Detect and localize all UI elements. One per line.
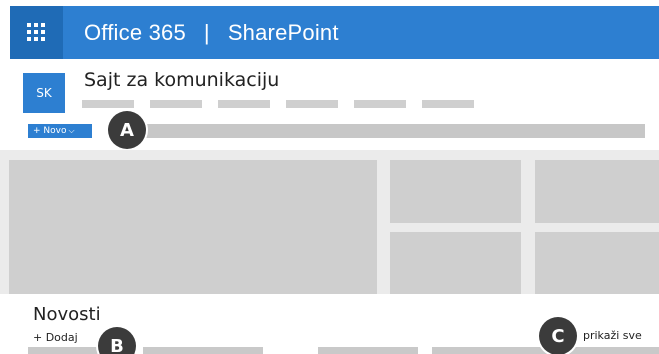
site-logo[interactable]: SK: [23, 73, 65, 113]
news-heading: Novosti: [33, 304, 101, 325]
hero-tile-main[interactable]: [9, 160, 377, 294]
nav-item[interactable]: [218, 100, 270, 108]
new-button[interactable]: + Novo ⌵: [28, 124, 92, 138]
callout-a: A: [108, 111, 146, 149]
hero-tile[interactable]: [390, 160, 521, 223]
hero-tile[interactable]: [535, 232, 659, 294]
new-button-label: + Novo: [33, 126, 67, 136]
hero-tile[interactable]: [390, 232, 521, 294]
chevron-down-icon: ⌵: [68, 126, 75, 135]
app-launcher-button[interactable]: [10, 6, 63, 59]
nav-item[interactable]: [354, 100, 406, 108]
suite-app-name[interactable]: Office 365: [84, 20, 186, 45]
nav-item[interactable]: [422, 100, 474, 108]
news-card[interactable]: [143, 347, 263, 354]
suite-bar: Office 365 | SharePoint: [10, 6, 659, 59]
suite-title: Office 365 | SharePoint: [84, 20, 339, 46]
nav-item[interactable]: [150, 100, 202, 108]
callout-c: C: [539, 317, 577, 354]
hero-section: [0, 150, 659, 294]
news-card[interactable]: [318, 347, 418, 354]
news-add-link[interactable]: + Dodaj: [33, 331, 78, 344]
hero-tile[interactable]: [535, 160, 659, 223]
app-launcher-icon: [27, 23, 45, 41]
nav-item[interactable]: [82, 100, 134, 108]
suite-separator: |: [203, 20, 210, 45]
command-bar: [130, 124, 645, 138]
site-title[interactable]: Sajt za komunikaciju: [84, 69, 279, 91]
sharepoint-page: Office 365 | SharePoint SK Sajt za komunik…: [0, 0, 659, 354]
news-see-all-link[interactable]: prikaži sve: [583, 329, 642, 342]
suite-product-name[interactable]: SharePoint: [228, 20, 339, 45]
nav-item[interactable]: [286, 100, 338, 108]
callout-b: B: [98, 327, 136, 354]
